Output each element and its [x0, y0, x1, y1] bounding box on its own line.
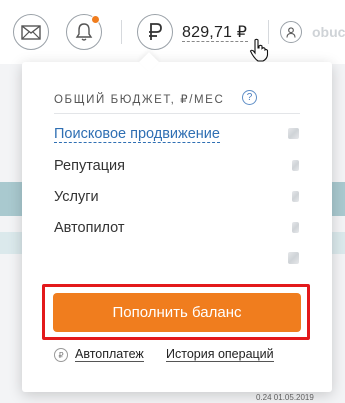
notifications-button[interactable] — [66, 14, 102, 50]
hidden-amount — [292, 191, 299, 202]
background-row-text: 0.24 01.05.2019 — [256, 393, 314, 402]
notification-badge — [91, 15, 100, 24]
hidden-total — [288, 252, 299, 264]
user-avatar[interactable] — [280, 21, 302, 43]
username[interactable]: obuc — [312, 24, 345, 40]
top-bar: 829,71 ₽ obuc — [0, 0, 345, 64]
budget-item-autopilot[interactable]: Автопилот — [54, 220, 125, 236]
envelope-icon — [21, 24, 41, 40]
hand-pointer-icon — [249, 38, 269, 62]
hidden-amount — [292, 222, 299, 233]
budget-item-reputation[interactable]: Репутация — [54, 158, 125, 174]
budget-item-services[interactable]: Услуги — [54, 189, 99, 205]
user-icon — [286, 26, 296, 38]
mail-button[interactable] — [13, 14, 49, 50]
background-table-row — [0, 232, 22, 254]
balance-button[interactable] — [137, 14, 173, 50]
background-table-row — [332, 232, 345, 254]
balance-amount[interactable]: 829,71 ₽ — [182, 22, 247, 42]
divider — [121, 20, 122, 44]
help-icon[interactable]: ? — [242, 90, 257, 105]
autopay-link[interactable]: Автоплатеж — [75, 347, 144, 362]
background-table-header — [332, 182, 345, 216]
ruble-icon: ₽ — [54, 348, 68, 362]
balance-underline — [182, 41, 248, 42]
budget-dropdown: Общий бюджет, ₽/мес ? Поисковое продвиже… — [22, 62, 332, 392]
history-link[interactable]: История операций — [166, 347, 274, 362]
divider — [54, 113, 300, 114]
budget-title: Общий бюджет, ₽/мес — [54, 94, 225, 106]
bell-icon — [75, 23, 93, 41]
budget-item-seo[interactable]: Поисковое продвижение — [54, 126, 220, 143]
ruble-icon — [149, 23, 162, 40]
hidden-amount — [288, 128, 299, 139]
background-table-header — [0, 182, 22, 216]
hidden-amount — [292, 160, 299, 171]
top-up-balance-button[interactable]: Пополнить баланс — [53, 293, 301, 332]
